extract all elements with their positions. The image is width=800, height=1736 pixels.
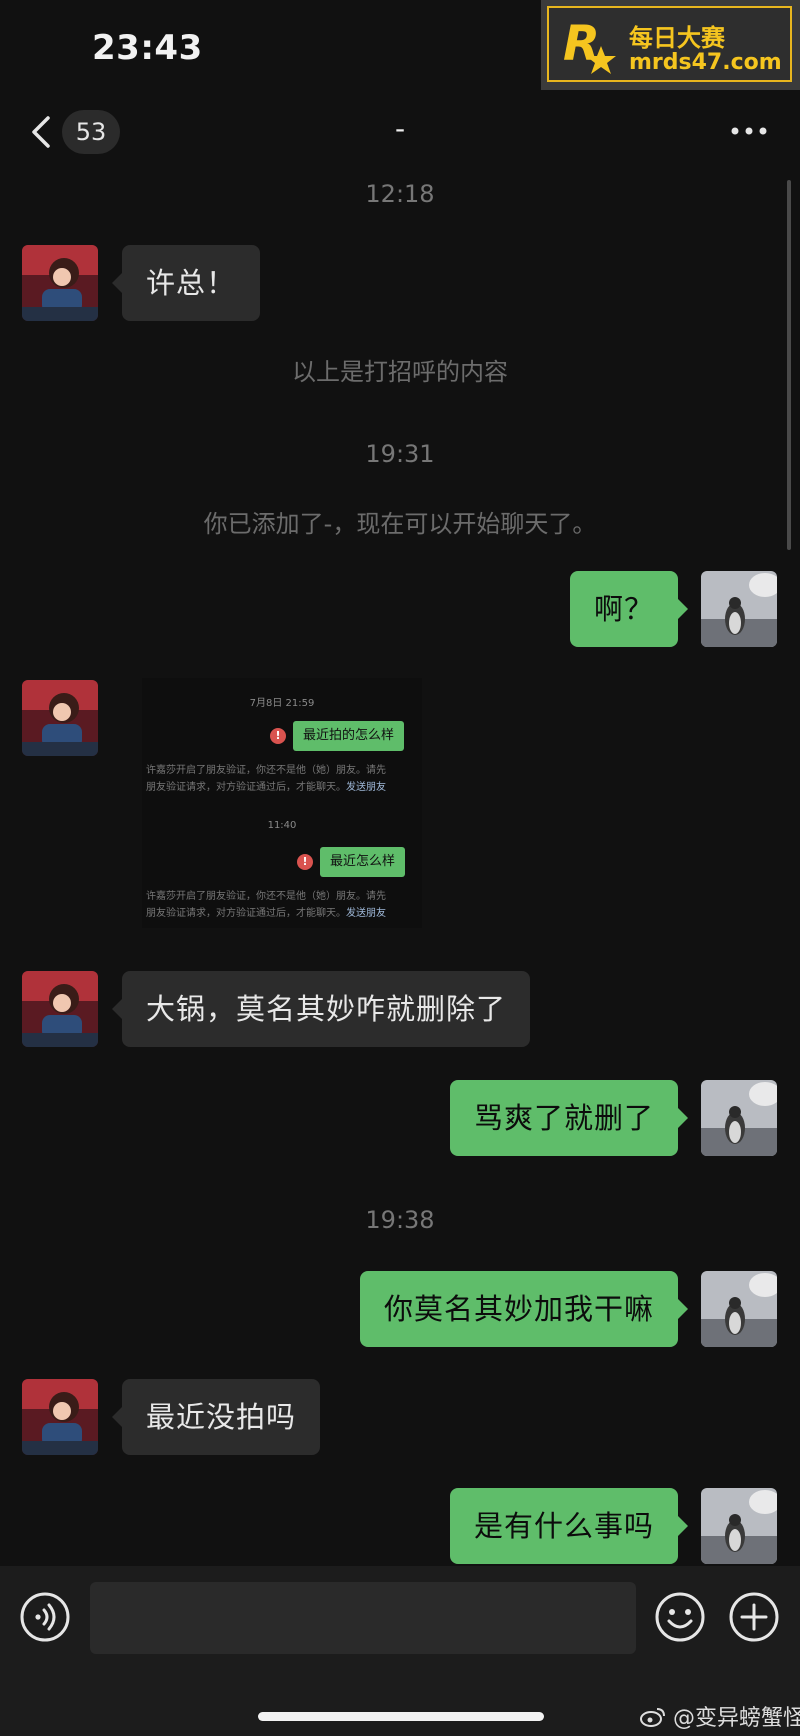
my-avatar-image bbox=[701, 1080, 777, 1156]
timestamp: 19:31 bbox=[365, 440, 435, 468]
contact-avatar[interactable] bbox=[22, 1379, 98, 1455]
screenshot-note-text: 朋友验证请求，对方验证通过后，才能聊天。 bbox=[146, 782, 346, 793]
my-avatar-image bbox=[701, 571, 777, 647]
contact-avatar[interactable] bbox=[22, 245, 98, 321]
watermark-logo-icon: R bbox=[563, 16, 616, 74]
timestamp: 19:38 bbox=[365, 1206, 435, 1234]
message-bubble-outgoing[interactable]: 是有什么事吗 bbox=[449, 1488, 689, 1564]
credit-text: @变异螃蟹怪 bbox=[673, 1706, 800, 1731]
screenshot-note-line-2: 朋友验证请求，对方验证通过后，才能聊天。发送朋友 bbox=[146, 779, 418, 796]
screenshot-bubble: 最近怎么样 bbox=[320, 847, 406, 877]
emoji-icon[interactable] bbox=[654, 1591, 706, 1643]
send-failed-icon: ! bbox=[297, 854, 313, 870]
contact-avatar-image bbox=[22, 1379, 98, 1455]
timestamp: 12:18 bbox=[365, 180, 435, 208]
message-bubble-incoming[interactable]: 最近没拍吗 bbox=[111, 1379, 321, 1455]
my-avatar-image bbox=[701, 1488, 777, 1564]
my-avatar[interactable] bbox=[701, 1271, 777, 1347]
contact-avatar[interactable] bbox=[22, 680, 98, 756]
message-bubble-incoming[interactable]: 大锅，莫名其妙咋就删除了 bbox=[111, 971, 531, 1047]
screenshot-note-line-2: 朋友验证请求，对方验证通过后，才能聊天。发送朋友 bbox=[146, 905, 418, 922]
chat-title: - bbox=[394, 112, 406, 145]
contact-avatar[interactable] bbox=[22, 971, 98, 1047]
more-dots-icon[interactable] bbox=[726, 116, 772, 146]
home-indicator bbox=[258, 1712, 544, 1721]
contact-avatar-image bbox=[22, 971, 98, 1047]
plus-icon[interactable] bbox=[728, 1591, 780, 1643]
contact-avatar-image bbox=[22, 245, 98, 321]
system-note: 你已添加了-，现在可以开始聊天了。 bbox=[203, 510, 597, 538]
send-failed-icon: ! bbox=[270, 728, 286, 744]
screenshot-note-line: 许嘉莎开启了朋友验证，你还不是他（她）朋友。请先 bbox=[146, 765, 386, 776]
watermark-title: 每日大赛 bbox=[629, 24, 725, 52]
screenshot-note-line: 许嘉莎开启了朋友验证，你还不是他（她）朋友。请先 bbox=[146, 891, 386, 902]
screenshot-bubble: 最近拍的怎么样 bbox=[293, 721, 405, 751]
message-bubble-incoming[interactable]: 许总！ bbox=[111, 245, 261, 321]
my-avatar-image bbox=[701, 1271, 777, 1347]
my-avatar[interactable] bbox=[701, 571, 777, 647]
screenshot-timestamp: 11:40 bbox=[267, 820, 297, 831]
message-input[interactable] bbox=[90, 1582, 636, 1654]
voice-icon[interactable] bbox=[19, 1591, 71, 1643]
screenshot-timestamp: 7月8日 21:59 bbox=[249, 698, 315, 709]
watermark: R 每日大赛 mrds47.com bbox=[541, 0, 800, 90]
message-bubble-outgoing[interactable]: 骂爽了就删了 bbox=[449, 1080, 689, 1156]
weibo-credit: @变异螃蟹怪 bbox=[640, 1700, 800, 1732]
system-note: 以上是打招呼的内容 bbox=[292, 358, 508, 386]
status-time: 23:43 bbox=[92, 28, 203, 68]
message-bubble-outgoing[interactable]: 啊？ bbox=[569, 571, 689, 647]
chevron-left-icon[interactable] bbox=[28, 112, 58, 152]
screenshot-note: 许嘉莎开启了朋友验证，你还不是他（她）朋友。请先 朋友验证请求，对方验证通过后，… bbox=[146, 762, 418, 796]
unread-count-badge[interactable]: 53 bbox=[62, 110, 120, 154]
my-avatar[interactable] bbox=[701, 1488, 777, 1564]
my-avatar[interactable] bbox=[701, 1080, 777, 1156]
image-message[interactable]: 7月8日 21:59 ! 最近拍的怎么样 许嘉莎开启了朋友验证，你还不是他（她）… bbox=[142, 678, 422, 928]
screenshot-note-text: 朋友验证请求，对方验证通过后，才能聊天。 bbox=[146, 908, 346, 919]
contact-avatar-image bbox=[22, 680, 98, 756]
watermark-frame: R 每日大赛 mrds47.com bbox=[547, 6, 792, 82]
screenshot-note: 许嘉莎开启了朋友验证，你还不是他（她）朋友。请先 朋友验证请求，对方验证通过后，… bbox=[146, 888, 418, 922]
message-bubble-outgoing[interactable]: 你莫名其妙加我干嘛 bbox=[359, 1271, 689, 1347]
weibo-icon bbox=[640, 1708, 665, 1727]
watermark-url: mrds47.com bbox=[629, 50, 782, 75]
svg-text:R: R bbox=[563, 16, 600, 72]
screenshot-link: 发送朋友 bbox=[346, 908, 386, 919]
screenshot-link: 发送朋友 bbox=[346, 782, 386, 793]
